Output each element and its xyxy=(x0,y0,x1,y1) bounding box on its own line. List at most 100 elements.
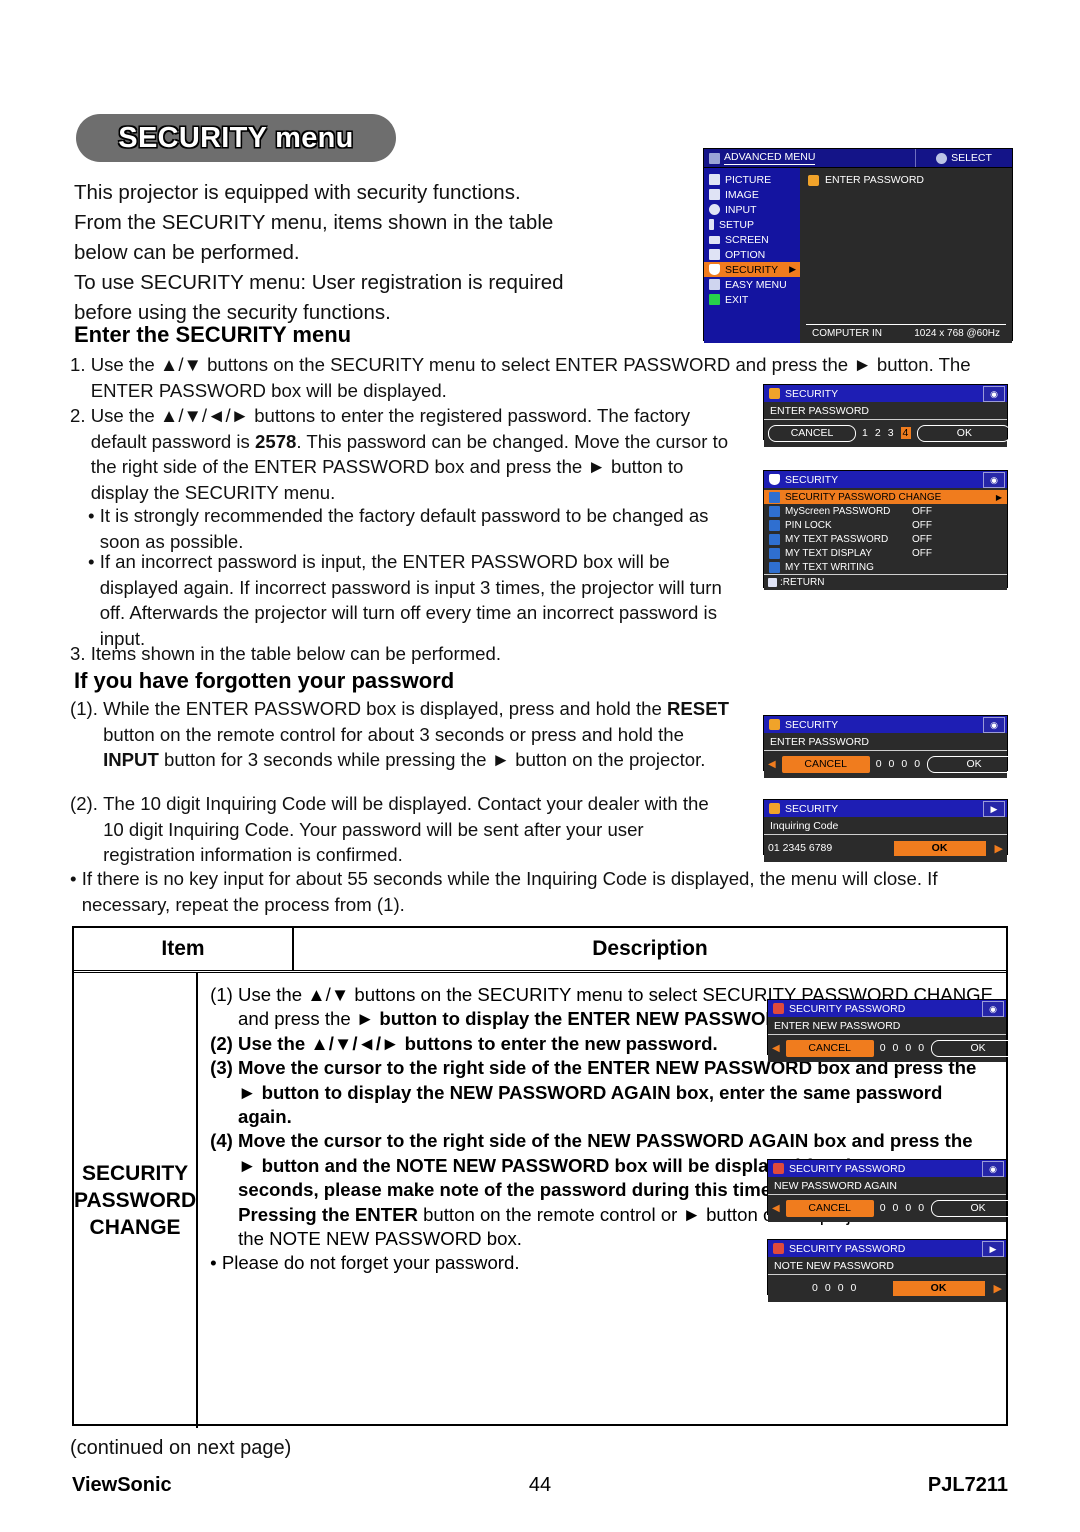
password-digit-1[interactable]: 1 xyxy=(862,427,869,439)
osd-security-submenu: SECURITY ◉ SECURITY PASSWORD CHANGE ▶ My… xyxy=(763,470,1008,590)
osd-enter-password-entry[interactable]: ENTER PASSWORD xyxy=(800,168,1012,186)
screen-icon xyxy=(709,235,720,244)
input-button-name: INPUT xyxy=(103,749,159,771)
description-step-3-text: Move the cursor to the right side of the… xyxy=(238,1057,977,1128)
page-title-text: SECURITY menu xyxy=(118,121,354,154)
my-text-display-icon xyxy=(769,547,780,559)
forgotten-note: • If there is no key input for about 55 … xyxy=(70,866,985,917)
cancel-button[interactable]: CANCEL xyxy=(785,1039,874,1057)
password-digit-2[interactable]: 2 xyxy=(875,427,882,439)
password-digit-4[interactable]: 0 xyxy=(918,1202,925,1214)
security-password-icon xyxy=(773,1243,784,1254)
osd-enter-password-1-field-label: ENTER PASSWORD xyxy=(764,402,1007,420)
enter-step-2: 2. Use the ▲/▼/◄/► buttons to enter the … xyxy=(70,403,730,505)
enter-step-1-number: 1. xyxy=(70,354,91,375)
osd-security-submenu-return[interactable]: :RETURN xyxy=(764,574,1007,590)
ok-button[interactable]: OK xyxy=(893,840,986,856)
enter-note-1-bullet: • xyxy=(88,505,100,526)
osd-menu-item-exit[interactable]: EXIT xyxy=(704,292,800,307)
osd-status-source: COMPUTER IN xyxy=(812,328,882,339)
myscreen-password-icon xyxy=(769,505,780,517)
ok-button[interactable]: OK xyxy=(917,424,1012,442)
cancel-button[interactable]: CANCEL xyxy=(785,1199,874,1217)
osd-menu-item-input[interactable]: INPUT xyxy=(704,202,800,217)
password-digit-2[interactable]: 0 xyxy=(893,1202,900,1214)
password-digits[interactable]: 0 0 0 0 xyxy=(880,1202,925,1214)
osd-enter-password-2-field-label: ENTER PASSWORD xyxy=(764,733,1007,751)
password-digit-2[interactable]: 0 xyxy=(889,758,896,770)
lock-icon xyxy=(769,719,780,730)
osd-menu-item-option[interactable]: OPTION xyxy=(704,247,800,262)
password-digit-4[interactable]: 0 xyxy=(914,758,921,770)
password-digit-1[interactable]: 0 xyxy=(880,1042,887,1054)
table-header-description: Description xyxy=(592,937,708,960)
forgotten-step-1-number: (1). xyxy=(70,698,104,719)
password-digits[interactable]: 0 0 0 0 xyxy=(876,758,921,770)
password-digit-3[interactable]: 0 xyxy=(905,1202,912,1214)
lock-icon xyxy=(769,388,780,399)
osd-submenu-item-pin-lock[interactable]: PIN LOCK OFF xyxy=(764,518,1007,532)
osd-advanced-select-group: SELECT xyxy=(915,149,1012,167)
osd-menu-item-screen[interactable]: SCREEN xyxy=(704,232,800,247)
ok-button[interactable]: OK xyxy=(931,1199,1026,1217)
osd-submenu-item-my-text-writing[interactable]: MY TEXT WRITING xyxy=(764,560,1007,574)
osd-menu-item-setup-label: SETUP xyxy=(719,218,755,231)
osd-advanced-body: PICTURE IMAGE INPUT SETUP SCREEN OPTION … xyxy=(704,168,1012,343)
table-cell-item-line-2: PASSWORD xyxy=(74,1189,197,1212)
osd-submenu-item-security-password-change[interactable]: SECURITY PASSWORD CHANGE ▶ xyxy=(764,490,1007,504)
osd-menu-item-picture-label: PICTURE xyxy=(725,173,772,186)
osd-menu-item-security[interactable]: SECURITY ▶ xyxy=(704,262,800,277)
osd-menu-item-exit-label: EXIT xyxy=(725,293,749,306)
chevron-right-icon: ▶ xyxy=(982,1241,1004,1257)
picture-icon xyxy=(709,174,720,185)
password-digit-3[interactable]: 0 xyxy=(901,758,908,770)
password-digit-4[interactable]: 4 xyxy=(900,427,912,439)
osd-security-submenu-titlebar: SECURITY ◉ xyxy=(764,471,1007,488)
footer-page-number: 44 xyxy=(528,1474,552,1496)
cancel-button[interactable]: CANCEL xyxy=(781,755,870,773)
ok-button[interactable]: OK xyxy=(892,1280,985,1296)
osd-enter-new-password-field-label: ENTER NEW PASSWORD xyxy=(768,1017,1006,1035)
osd-submenu-item-myscreen-password[interactable]: MyScreen PASSWORD OFF xyxy=(764,504,1007,518)
select-icon: ◉ xyxy=(982,1161,1004,1177)
osd-submenu-item-my-text-display[interactable]: MY TEXT DISPLAY OFF xyxy=(764,546,1007,560)
intro-line-2: From the SECURITY menu, items shown in t… xyxy=(74,211,554,234)
password-digits[interactable]: 0 0 0 0 xyxy=(880,1042,925,1054)
osd-submenu-item-my-text-password[interactable]: MY TEXT PASSWORD OFF xyxy=(764,532,1007,546)
osd-submenu-item-5-label: MY TEXT WRITING xyxy=(785,561,874,573)
password-digit-2[interactable]: 0 xyxy=(893,1042,900,1054)
osd-note-new-password-box: SECURITY PASSWORD ▶ NOTE NEW PASSWORD 0 … xyxy=(767,1239,1007,1302)
password-digit-3[interactable]: 3 xyxy=(888,427,895,439)
description-step-5-bold: Pressing the ENTER xyxy=(238,1203,418,1225)
page-footer: ViewSonic 44 PJL7211 xyxy=(72,1474,1008,1497)
password-digit-4[interactable]: 0 xyxy=(918,1042,925,1054)
osd-inquiring-field-label: Inquiring Code xyxy=(764,817,1007,835)
password-digit-1[interactable]: 0 xyxy=(880,1202,887,1214)
osd-new-password-again-titlebar: SECURITY PASSWORD ◉ xyxy=(768,1160,1006,1177)
osd-enter-password-entry-label: ENTER PASSWORD xyxy=(825,174,924,186)
security-password-icon xyxy=(773,1163,784,1174)
description-step-3-number: (3) xyxy=(210,1057,239,1079)
description-step-2-text: Use the ▲/▼/◄/► buttons to enter the new… xyxy=(238,1032,718,1054)
select-icon xyxy=(936,152,948,164)
security-password-icon xyxy=(773,1003,784,1014)
cancel-button[interactable]: CANCEL xyxy=(768,424,856,442)
password-digit-3[interactable]: 0 xyxy=(905,1042,912,1054)
osd-menu-item-picture[interactable]: PICTURE xyxy=(704,172,800,187)
osd-menu-item-easy-menu[interactable]: EASY MENU xyxy=(704,277,800,292)
osd-new-password-again-box: SECURITY PASSWORD ◉ NEW PASSWORD AGAIN ◀… xyxy=(767,1159,1026,1222)
continued-notice: (continued on next page) xyxy=(70,1437,292,1459)
password-digits[interactable]: 1 2 3 4 xyxy=(862,427,912,439)
osd-menu-item-image[interactable]: IMAGE xyxy=(704,187,800,202)
ok-button[interactable]: OK xyxy=(927,755,1022,773)
password-digit-1[interactable]: 0 xyxy=(876,758,883,770)
menu-icon xyxy=(709,152,720,164)
intro-line-1: This projector is equipped with security… xyxy=(74,181,521,204)
osd-submenu-item-3-label: MY TEXT PASSWORD xyxy=(785,533,889,545)
ok-button[interactable]: OK xyxy=(931,1039,1026,1057)
osd-new-password-again-field-label: NEW PASSWORD AGAIN xyxy=(768,1177,1006,1195)
intro-paragraph: This projector is equipped with security… xyxy=(74,178,694,328)
osd-advanced-menu-list: PICTURE IMAGE INPUT SETUP SCREEN OPTION … xyxy=(704,168,800,343)
osd-menu-item-setup[interactable]: SETUP xyxy=(704,217,800,232)
description-step-3: (3) Move the cursor to the right side of… xyxy=(210,1056,994,1129)
